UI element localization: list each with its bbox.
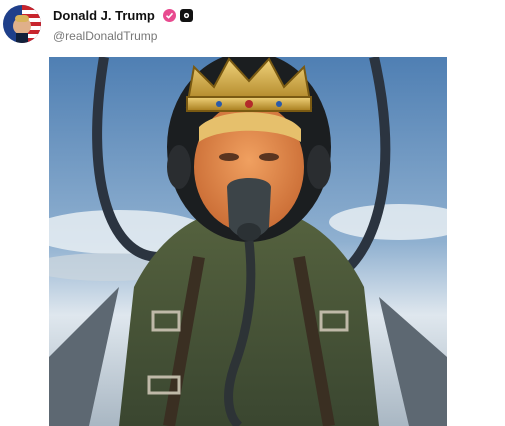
author-avatar[interactable] [3,5,41,43]
author-badges [163,9,193,22]
post-header: Donald J. Trump @realDonaldTrump [0,0,505,52]
pilot-with-crown-in-cockpit-image [49,57,447,426]
verified-badge-icon [163,9,176,22]
post-media-image[interactable] [49,57,447,426]
author-display-name[interactable]: Donald J. Trump [53,8,155,23]
media-badge-icon [180,9,193,22]
avatar-flag-image [3,5,41,43]
author-handle[interactable]: @realDonaldTrump [53,29,157,43]
